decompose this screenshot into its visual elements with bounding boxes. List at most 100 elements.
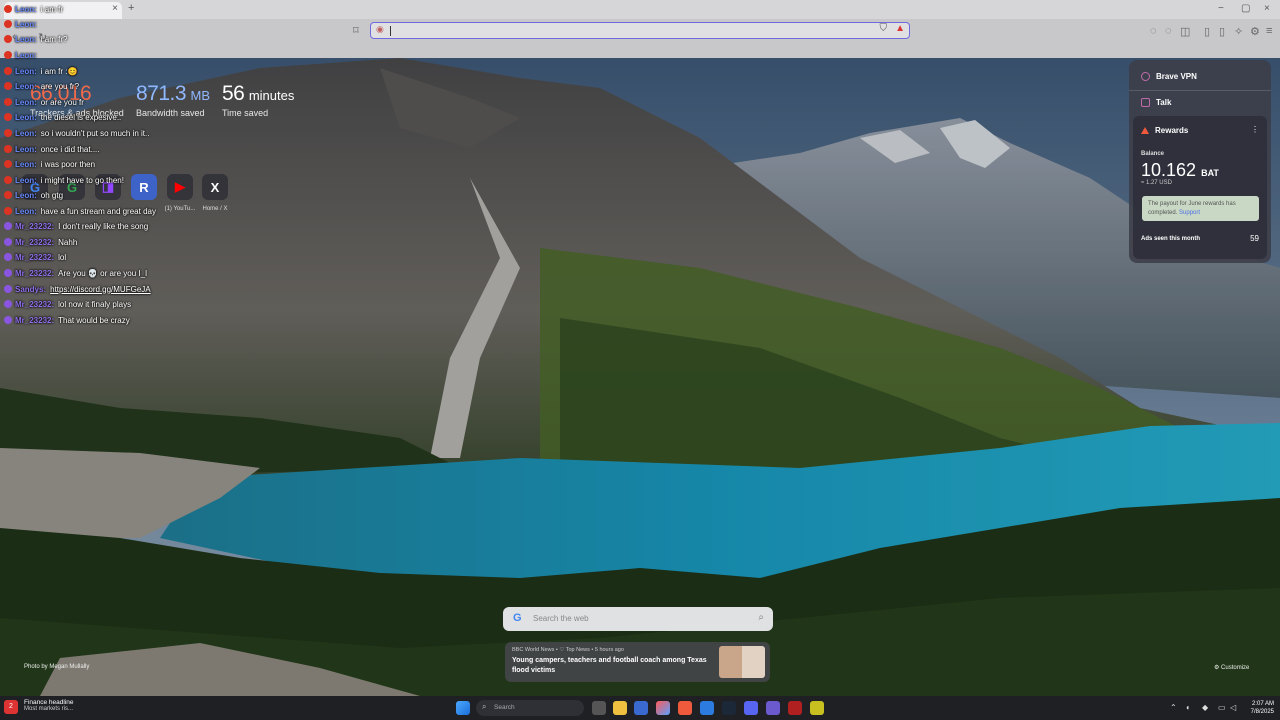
leo-icon[interactable]: ◫ (1180, 25, 1190, 38)
maximize-button[interactable]: ▢ (1241, 3, 1250, 14)
network-icon[interactable]: ▭ (1218, 703, 1226, 712)
wallet-icon[interactable]: ◌ (1165, 25, 1172, 37)
chat-username: Mr_23232: (15, 252, 55, 262)
volume-icon[interactable]: ◁ (1230, 703, 1236, 712)
chat-text: the diesel is expesive.. (40, 112, 122, 122)
widget-subtext: Most markets ris... (24, 706, 74, 712)
twitch-badge-icon (4, 238, 12, 246)
tray-chevron-icon[interactable]: ⌃ (1170, 703, 1177, 712)
youtube-badge-icon (4, 207, 12, 215)
youtube-badge-icon (4, 51, 12, 59)
app-icon[interactable] (766, 701, 780, 715)
balance-unit: BAT (1201, 168, 1219, 178)
news-thumbnail (719, 646, 765, 678)
clock[interactable]: 2:07 AM 7/8/2025 (1244, 700, 1274, 716)
chat-username: Leon: (15, 4, 37, 14)
tabs-icon[interactable]: ▯ (1219, 25, 1225, 38)
chat-username: Leon: (15, 81, 37, 91)
balance-value: 10.162 BAT (1141, 160, 1219, 180)
brave-panel: Brave VPN Talk Rewards ⋮ Balance 10.162 … (1129, 60, 1271, 263)
chat-message: Leon: once i did that.... (4, 143, 99, 155)
ads-seen-label: Ads seen this month (1141, 236, 1201, 242)
brave-icon[interactable] (678, 701, 692, 715)
chat-text: i am fr? (40, 34, 68, 44)
chat-username: Mr_23232: (15, 221, 55, 231)
bookmark-icon[interactable]: ⌑ (353, 24, 359, 37)
chat-text: i am fr :😊 (40, 66, 78, 76)
steam-icon[interactable] (722, 701, 736, 715)
chat-message: Leon: so i wouldn't put so much in it.. (4, 127, 149, 139)
youtube-badge-icon (4, 35, 12, 43)
chat-message: Sandys: https://discord.gg/MUFGeJA (4, 283, 151, 295)
twitch-badge-icon (4, 222, 12, 230)
extensions-icon[interactable]: ✧ (1234, 25, 1243, 38)
chat-message: Leon: (4, 18, 41, 30)
close-window-button[interactable]: × (1264, 3, 1270, 14)
menu-icon[interactable]: ≡ (1266, 25, 1272, 37)
extension-icon[interactable]: ◌ (1150, 25, 1157, 37)
widget-badge: 2 (4, 700, 18, 714)
file-explorer-icon[interactable] (613, 701, 627, 715)
chat-username: Leon: (15, 97, 37, 107)
chat-username: Leon: (15, 19, 37, 29)
store-icon[interactable] (634, 701, 648, 715)
site-info-icon[interactable]: ◉ (376, 24, 384, 35)
chat-username: Mr_23232: (15, 299, 55, 309)
talk-label: Talk (1156, 98, 1172, 107)
rewards-card[interactable]: Rewards ⋮ Balance 10.162 BAT ≈ 1.27 USD … (1133, 116, 1267, 259)
news-card[interactable]: BBC World News • ♡ Top News • 5 hours ag… (505, 642, 770, 682)
app-icon[interactable] (700, 701, 714, 715)
brave-vpn-item[interactable]: Brave VPN (1141, 72, 1197, 81)
settings-icon[interactable]: ⚙ (1250, 25, 1260, 38)
widgets-button[interactable]: 2 Finance headline Most markets ris... (4, 699, 74, 714)
chat-text: Nahh (58, 237, 78, 247)
app-icon[interactable] (810, 701, 824, 715)
chat-username: Mr_23232: (15, 237, 55, 247)
photo-credit[interactable]: Photo by Megan Mullally (24, 664, 89, 670)
twitch-badge-icon (4, 316, 12, 324)
twitch-badge-icon (4, 285, 12, 293)
clock-time: 2:07 AM (1251, 701, 1274, 707)
youtube-badge-icon (4, 5, 12, 13)
support-link[interactable]: Support (1179, 210, 1200, 216)
chat-username: Leon: (15, 50, 37, 60)
youtube-badge-icon (4, 82, 12, 90)
tray-icon[interactable]: ◆ (1202, 703, 1208, 712)
chat-username: Leon: (15, 112, 37, 122)
chat-username: Leon: (15, 206, 37, 216)
chat-username: Sandys: (15, 284, 47, 294)
start-icon[interactable] (456, 701, 470, 715)
sidebar-icon[interactable]: ▯ (1204, 25, 1210, 38)
vpn-label: Brave VPN (1156, 72, 1197, 81)
search-placeholder: Search the web (533, 614, 589, 623)
brave-rewards-icon[interactable]: ▲ (895, 23, 905, 34)
customize-button[interactable]: ⚙ Customize (1214, 664, 1249, 671)
chat-text: i was poor then (40, 159, 96, 169)
balance-usd: ≈ 1.27 USD (1141, 180, 1172, 186)
discord-icon[interactable] (744, 701, 758, 715)
chat-username: Leon: (15, 190, 37, 200)
minimize-button[interactable]: − (1218, 3, 1224, 14)
youtube-badge-icon (4, 191, 12, 199)
address-bar[interactable]: ◉ ⛉ ▲ (370, 22, 910, 39)
search-icon[interactable]: ⌕ (758, 612, 764, 623)
app-icon[interactable] (656, 701, 670, 715)
chat-message: Leon: i am fr? (4, 33, 67, 45)
task-view-icon[interactable] (592, 701, 606, 715)
chat-text: Are you 💀 or are you I_I (58, 268, 148, 278)
talk-item[interactable]: Talk (1141, 98, 1171, 107)
obs-icon[interactable] (788, 701, 802, 715)
brave-shields-icon[interactable]: ⛉ (880, 23, 888, 34)
chat-link[interactable]: https://discord.gg/MUFGeJA (50, 285, 150, 294)
more-options-icon[interactable]: ⋮ (1251, 125, 1259, 134)
tray-icon[interactable]: ◐ (1186, 703, 1191, 712)
youtube-badge-icon (4, 176, 12, 184)
search-box[interactable]: G Search the web ⌕ (503, 607, 773, 631)
chat-text: I don't really like the song (58, 221, 149, 231)
chat-username: Mr_23232: (15, 315, 55, 325)
taskbar-search[interactable]: ⌕ Search (476, 700, 584, 716)
text-cursor (390, 26, 391, 36)
chat-username: Leon: (15, 144, 37, 154)
news-headline[interactable]: Young campers, teachers and football coa… (512, 656, 717, 676)
chat-text: lol (58, 252, 67, 262)
